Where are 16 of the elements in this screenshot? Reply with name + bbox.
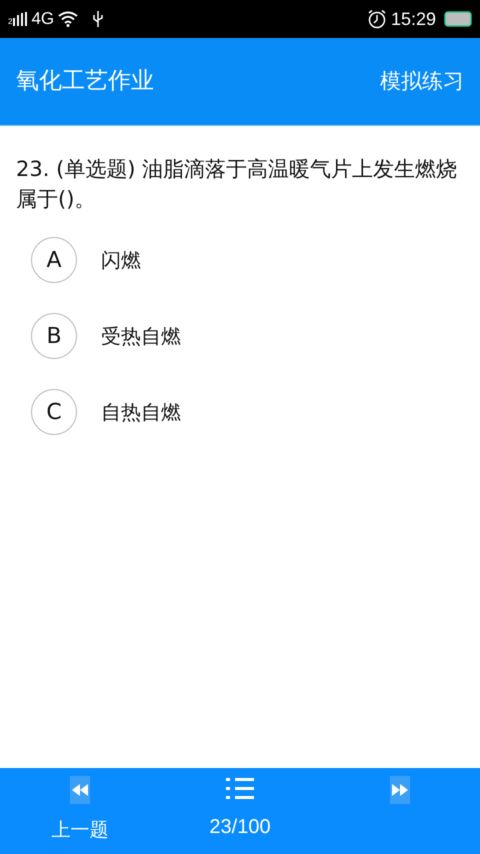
fast-forward-icon	[390, 776, 410, 804]
rewind-icon	[70, 776, 90, 804]
sim-slot-label: 2	[8, 18, 12, 26]
header-title: 氧化工艺作业	[16, 67, 154, 96]
network-label: 4G	[31, 8, 54, 30]
alarm-clock-icon	[366, 9, 387, 29]
list-icon	[226, 776, 254, 800]
clock-time: 15:29	[390, 8, 436, 30]
answer-option[interactable]: B 受热自燃	[31, 313, 449, 359]
question-text: 23. (单选题) 油脂滴落于高温暖气片上发生燃烧属于()。	[15, 156, 458, 213]
answer-option[interactable]: C 自热自燃	[31, 389, 449, 435]
signal-icon	[13, 12, 28, 26]
battery-icon	[444, 11, 472, 27]
answer-option[interactable]: A 闪燃	[31, 237, 449, 283]
usb-icon	[92, 10, 104, 28]
wifi-icon	[58, 11, 80, 27]
